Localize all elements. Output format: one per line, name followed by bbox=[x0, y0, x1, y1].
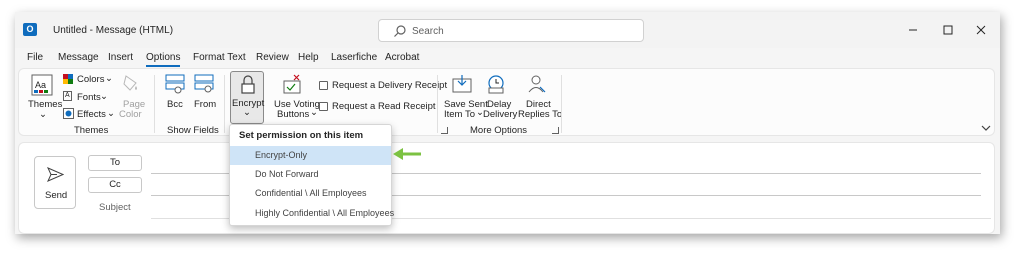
colors-icon bbox=[63, 74, 73, 84]
encrypt-dropdown-menu: Set permission on this item Encrypt-Only… bbox=[229, 124, 394, 226]
close-icon[interactable] bbox=[973, 22, 989, 38]
group-label-show-fields: Show Fields bbox=[167, 125, 219, 136]
checkbox-icon bbox=[319, 102, 328, 111]
effects-icon bbox=[63, 108, 74, 119]
chevron-down-icon: ⌄ bbox=[39, 109, 47, 120]
direct-label-2: Replies To bbox=[518, 109, 563, 120]
tab-review[interactable]: Review bbox=[256, 52, 289, 63]
menu-item-do-not-forward[interactable]: Do Not Forward bbox=[230, 165, 391, 184]
to-button[interactable]: To bbox=[88, 155, 142, 171]
dialog-launcher-icon[interactable] bbox=[552, 127, 559, 134]
save-sent-icon bbox=[452, 75, 472, 93]
from-label: From bbox=[194, 99, 217, 110]
encrypt-button[interactable]: Encrypt ⌄ bbox=[230, 71, 264, 124]
send-button[interactable]: Send bbox=[34, 156, 76, 209]
themes-icon: Aa bbox=[31, 74, 53, 96]
tab-options[interactable]: Options bbox=[146, 52, 181, 67]
group-label-more-options: More Options bbox=[470, 125, 528, 136]
chevron-down-icon: ⌄ bbox=[243, 107, 251, 118]
paint-bucket-icon bbox=[123, 75, 137, 91]
maximize-icon[interactable] bbox=[940, 22, 956, 38]
compose-area: Send To Cc Subject bbox=[18, 142, 995, 234]
dialog-launcher-icon[interactable] bbox=[441, 127, 448, 134]
from-icon bbox=[194, 74, 214, 93]
delivery-receipt-label: Request a Delivery Receipt bbox=[332, 80, 448, 91]
collapse-ribbon-icon[interactable] bbox=[981, 124, 991, 132]
group-divider bbox=[437, 75, 438, 133]
tab-laserfiche[interactable]: Laserfiche bbox=[331, 52, 377, 63]
save-sent-label-2: Item To bbox=[444, 109, 475, 120]
subject-label: Subject bbox=[99, 202, 131, 213]
window-title: Untitled - Message (HTML) bbox=[53, 25, 174, 36]
lock-icon bbox=[241, 75, 255, 94]
direct-replies-icon bbox=[528, 75, 546, 93]
search-placeholder: Search bbox=[412, 26, 444, 37]
fonts-label: Fonts bbox=[77, 92, 101, 103]
tab-insert[interactable]: Insert bbox=[108, 52, 133, 63]
colors-label: Colors bbox=[77, 74, 105, 85]
voting-icon bbox=[283, 74, 301, 94]
green-arrow-icon bbox=[393, 148, 421, 160]
ribbon-tabs: File Message Insert Options Format Text … bbox=[15, 48, 1000, 68]
effects-label: Effects bbox=[77, 109, 106, 120]
minimize-icon[interactable] bbox=[905, 22, 921, 38]
chevron-down-icon: ⌄ bbox=[107, 108, 115, 119]
tab-help[interactable]: Help bbox=[298, 52, 319, 63]
chevron-down-icon: ⌄ bbox=[105, 73, 113, 84]
chevron-down-icon: ⌄ bbox=[100, 91, 108, 102]
outlook-icon: O bbox=[23, 23, 37, 36]
delay-delivery-icon bbox=[488, 75, 504, 94]
send-label: Send bbox=[45, 190, 68, 201]
chevron-down-icon: ⌄ bbox=[310, 107, 318, 118]
menu-item-highly-confidential[interactable]: Highly Confidential \ All Employees bbox=[230, 204, 394, 223]
send-icon bbox=[47, 167, 64, 182]
tab-file[interactable]: File bbox=[27, 52, 43, 63]
title-bar: O Untitled - Message (HTML) Search bbox=[15, 12, 1000, 48]
svg-text:Aa: Aa bbox=[35, 80, 46, 90]
fonts-icon: A bbox=[63, 91, 72, 101]
group-divider bbox=[224, 75, 225, 133]
tab-acrobat[interactable]: Acrobat bbox=[385, 52, 419, 63]
menu-item-confidential[interactable]: Confidential \ All Employees bbox=[230, 184, 391, 203]
tab-message[interactable]: Message bbox=[58, 52, 99, 63]
voting-label-2: Buttons bbox=[277, 109, 310, 120]
cc-button[interactable]: Cc bbox=[88, 177, 142, 193]
outlook-window: O Untitled - Message (HTML) Search File … bbox=[15, 12, 1000, 234]
group-label-themes: Themes bbox=[74, 125, 109, 136]
search-input[interactable]: Search bbox=[378, 19, 644, 42]
bcc-label: Bcc bbox=[167, 99, 183, 110]
bcc-icon bbox=[165, 74, 185, 94]
group-divider bbox=[154, 75, 155, 133]
search-icon bbox=[394, 25, 406, 37]
menu-item-encrypt-only[interactable]: Encrypt-Only bbox=[230, 146, 391, 165]
group-divider bbox=[561, 75, 562, 133]
tab-format-text[interactable]: Format Text bbox=[193, 52, 246, 63]
dropdown-header: Set permission on this item bbox=[239, 130, 364, 141]
checkbox-icon bbox=[319, 81, 328, 90]
delay-label-2: Delivery bbox=[483, 109, 518, 120]
page-color-label-2: Color bbox=[119, 109, 142, 120]
ribbon: Aa Themes ⌄ Colors ⌄ A Fonts ⌄ Effects ⌄ bbox=[18, 68, 995, 136]
read-receipt-label: Request a Read Receipt bbox=[332, 101, 436, 112]
